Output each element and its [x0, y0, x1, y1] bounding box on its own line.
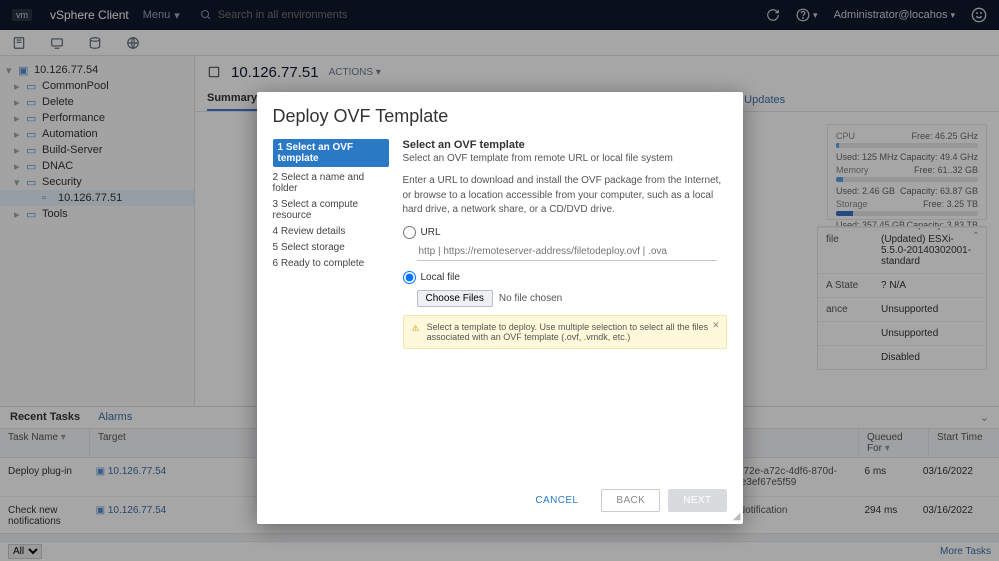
modal-title: Deploy OVF Template: [273, 106, 727, 127]
resize-handle-icon[interactable]: ◢: [733, 511, 741, 522]
url-input[interactable]: [417, 243, 717, 261]
panel-title: Select an OVF template: [403, 139, 727, 151]
cancel-button[interactable]: CANCEL: [520, 489, 593, 512]
wizard-step[interactable]: 2 Select a name and folder: [273, 172, 389, 194]
alert-text: Select a template to deploy. Use multipl…: [427, 322, 718, 342]
warning-icon: [412, 322, 419, 334]
wizard-step[interactable]: 3 Select a compute resource: [273, 199, 389, 221]
close-icon[interactable]: ✕: [712, 320, 720, 331]
option-url-label: URL: [421, 227, 441, 238]
radio-local[interactable]: [403, 271, 416, 284]
wizard-steps: 1 Select an OVF template 2 Select a name …: [273, 139, 389, 349]
wizard-step[interactable]: 6 Ready to complete: [273, 258, 389, 269]
option-local-file[interactable]: Local file: [403, 271, 727, 284]
panel-subtitle: Select an OVF template from remote URL o…: [403, 153, 727, 164]
info-alert: Select a template to deploy. Use multipl…: [403, 315, 727, 349]
modal-footer: CANCEL BACK NEXT: [273, 489, 727, 512]
wizard-step[interactable]: 5 Select storage: [273, 242, 389, 253]
choose-files-button[interactable]: Choose Files: [417, 290, 493, 307]
back-button[interactable]: BACK: [601, 489, 660, 512]
file-chosen-text: No file chosen: [499, 293, 562, 304]
wizard-panel: Select an OVF template Select an OVF tem…: [403, 139, 727, 349]
next-button[interactable]: NEXT: [668, 489, 726, 512]
panel-description: Enter a URL to download and install the …: [403, 174, 727, 218]
modal-overlay: Deploy OVF Template 1 Select an OVF temp…: [0, 0, 999, 561]
radio-url[interactable]: [403, 226, 416, 239]
deploy-ovf-modal: Deploy OVF Template 1 Select an OVF temp…: [257, 92, 743, 524]
wizard-step[interactable]: 1 Select an OVF template: [273, 139, 389, 167]
option-url[interactable]: URL: [403, 226, 727, 239]
option-local-label: Local file: [421, 272, 460, 283]
wizard-step[interactable]: 4 Review details: [273, 226, 389, 237]
